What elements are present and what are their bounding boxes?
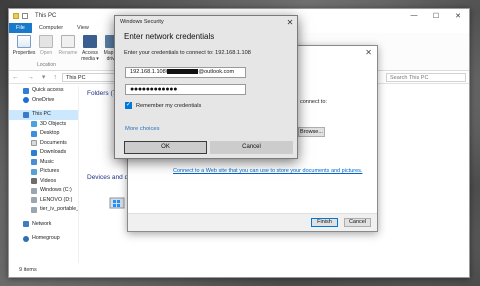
properties-icon (17, 35, 31, 48)
nav-this-pc[interactable]: This PC (9, 110, 78, 120)
credentials-dialog: Windows Security ✕ Enter network credent… (114, 15, 298, 159)
music-icon (31, 159, 37, 166)
tab-computer[interactable]: Computer (32, 23, 70, 33)
nav-label: Quick access (32, 87, 64, 93)
remember-label: Remember my credentials (136, 102, 202, 109)
devices-section-header[interactable]: Devices and dri (87, 174, 132, 181)
documents-icon (31, 140, 37, 147)
checkmark-icon: ✓ (125, 102, 132, 109)
folder-icon (13, 13, 19, 19)
computer-icon (23, 111, 29, 118)
nav-downloads[interactable]: Downloads (9, 148, 78, 158)
videos-icon (31, 178, 37, 185)
tab-file[interactable]: File (9, 23, 32, 33)
password-field[interactable]: ●●●●●●●●●●●● (125, 84, 246, 95)
dialog-heading: Enter network credentials (124, 32, 215, 41)
status-bar: 9 items (19, 267, 37, 273)
nav-network[interactable]: Network (9, 220, 78, 230)
3d-objects-icon (31, 121, 37, 128)
nav-homegroup[interactable]: Homegroup (9, 234, 78, 244)
nav-label: Downloads (40, 149, 67, 155)
access-media-label: Access media ▾ (81, 50, 99, 62)
star-icon (23, 87, 29, 94)
homegroup-icon (23, 235, 29, 242)
cloud-icon (23, 97, 29, 104)
quick-access-toolbar-icon[interactable] (22, 13, 28, 19)
wizard-footer: Finish Cancel (128, 213, 377, 231)
ok-button[interactable]: OK (124, 141, 207, 154)
access-media-button[interactable]: Access media ▾ (79, 35, 101, 68)
download-icon (31, 149, 37, 156)
dialog-close-button[interactable]: ✕ (283, 18, 297, 27)
dialog-title: Windows Security (120, 19, 164, 25)
browse-button[interactable]: Browse... (298, 127, 325, 137)
desktop-icon (31, 130, 37, 137)
wizard-connect-label: connect to: (300, 99, 327, 105)
nav-label: LENOVO (D:) (40, 196, 73, 203)
nav-quick-access[interactable]: Quick access (9, 86, 78, 96)
nav-pictures[interactable]: Pictures (9, 167, 78, 177)
nav-drive-d[interactable]: LENOVO (D:) (9, 196, 78, 206)
maximize-button[interactable]: ☐ (425, 12, 447, 20)
open-label: Open (39, 50, 53, 56)
nav-videos[interactable]: Videos (9, 177, 78, 187)
rename-label: Rename (58, 50, 78, 56)
username-field[interactable]: 192.168.1.108\ @outlook.com (125, 67, 246, 78)
properties-button[interactable]: Properties (13, 35, 35, 68)
nav-portable-drive[interactable]: tier_iv_portable_( (9, 205, 78, 215)
finish-button[interactable]: Finish (311, 218, 338, 227)
window-controls: — ☐ ✕ (403, 12, 469, 20)
open-icon (39, 35, 53, 48)
web-site-link[interactable]: Connect to a Web site that you can use t… (173, 168, 362, 174)
nav-label: Homegroup (32, 235, 60, 241)
username-prefix: 192.168.1.108\ (130, 69, 168, 75)
rename-button[interactable]: Rename (57, 35, 79, 68)
dialog-titlebar: Windows Security ✕ (115, 16, 297, 28)
nav-label: Desktop (40, 130, 60, 136)
nav-drive-c[interactable]: Windows (C:) (9, 186, 78, 196)
more-choices-link[interactable]: More choices (125, 126, 159, 132)
username-suffix: @outlook.com (198, 69, 235, 75)
nav-label: 3D Objects (40, 120, 67, 127)
nav-music[interactable]: Music (9, 158, 78, 168)
nav-documents[interactable]: Documents (9, 139, 78, 149)
rename-icon (61, 35, 75, 48)
nav-label: OneDrive (32, 96, 55, 103)
nav-label: Pictures (40, 168, 60, 174)
wizard-cancel-button[interactable]: Cancel (344, 218, 371, 227)
properties-label: Properties (12, 50, 36, 56)
nav-onedrive[interactable]: OneDrive (9, 96, 78, 106)
search-input[interactable]: Search This PC (386, 72, 466, 82)
nav-label: Windows (C:) (40, 187, 72, 193)
media-icon (83, 35, 97, 48)
navigation-arrows[interactable]: ← → ▾ ↑ (12, 73, 62, 81)
dialog-subtitle: Enter your credentials to connect to: 19… (124, 50, 251, 56)
drive-icon (31, 206, 37, 213)
explorer-title: This PC (35, 13, 57, 19)
nav-label: tier_iv_portable_( (40, 206, 78, 212)
navigation-pane: Quick access OneDrive This PC 3D Objects… (9, 86, 79, 263)
windows-drive-icon[interactable] (109, 195, 125, 211)
nav-label: Documents (40, 139, 67, 146)
drive-icon (31, 187, 37, 194)
ribbon-group-location: Location (37, 62, 56, 68)
nav-label: Network (32, 220, 52, 227)
pictures-icon (31, 168, 37, 175)
nav-label: Videos (40, 177, 57, 184)
folders-section-header[interactable]: Folders (7 (87, 90, 116, 97)
minimize-button[interactable]: — (403, 12, 425, 20)
nav-label: Music (40, 158, 54, 165)
nav-label: This PC (32, 111, 51, 117)
nav-desktop[interactable]: Desktop (9, 129, 78, 139)
tab-view[interactable]: View (70, 23, 96, 33)
drive-icon (31, 197, 37, 204)
close-button[interactable]: ✕ (447, 12, 469, 20)
nav-3d-objects[interactable]: 3D Objects (9, 120, 78, 130)
network-icon (23, 221, 29, 228)
wizard-close-button[interactable]: ✕ (365, 48, 372, 57)
redacted-block (167, 69, 199, 74)
remember-credentials-checkbox[interactable]: ✓ Remember my credentials (125, 102, 201, 109)
cancel-button[interactable]: Cancel (210, 141, 293, 154)
